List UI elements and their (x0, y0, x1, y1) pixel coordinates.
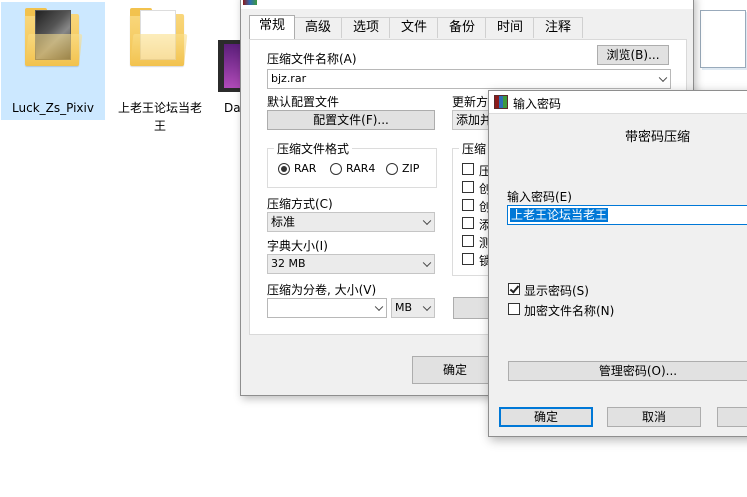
radio-rar4[interactable] (330, 163, 342, 175)
browse-button[interactable]: 浏览(B)... (597, 45, 669, 65)
desktop-icon-label: Da (224, 101, 241, 115)
encrypt-filenames-label: 加密文件名称(N) (524, 304, 615, 318)
option-checkbox-5[interactable] (462, 235, 474, 247)
archive-name-combobox[interactable]: bjz.rar (267, 69, 671, 89)
compression-method-value: 标准 (271, 215, 296, 229)
manage-passwords-button[interactable]: 管理密码(O)... (508, 361, 747, 381)
desktop-icon-label-line1: 上老王论坛当老 (117, 101, 202, 115)
encrypt-filenames-checkbox[interactable] (508, 303, 520, 315)
dialog-title: 输入密码 (513, 97, 562, 111)
tab-comment[interactable]: 注释 (533, 17, 583, 38)
title-bar: 输入密码 (489, 91, 747, 113)
tab-general[interactable]: 常规 (249, 15, 295, 39)
update-mode-label: 更新方 (452, 95, 489, 109)
title-divider (489, 113, 747, 114)
desktop-icon-folder-laowang[interactable]: 上老王论坛当老 王 (108, 2, 212, 136)
option-checkbox-1[interactable] (462, 163, 474, 175)
archive-options-legend: 压缩 (459, 140, 490, 157)
desktop-icon-luck-zs-pixiv[interactable]: Luck_Zs_Pixiv (1, 2, 105, 120)
desktop-icon-video[interactable]: Da (216, 2, 242, 120)
enter-password-dialog: 输入密码 带密码压缩 输入密码(E) 上老王论坛当老王 显示密码(S) 加密文件… (488, 90, 747, 437)
option-checkbox-2[interactable] (462, 181, 474, 193)
tab-backup[interactable]: 备份 (437, 17, 487, 38)
folder-icon (25, 8, 83, 66)
tab-advanced[interactable]: 高级 (293, 17, 343, 38)
archive-name-label: 压缩文件名称(A) (267, 52, 357, 66)
compression-method-select[interactable]: 标准 (267, 212, 435, 232)
show-password-label: 显示密码(S) (524, 284, 589, 298)
chevron-down-icon (422, 216, 432, 226)
option-checkbox-4[interactable] (462, 217, 474, 229)
video-file-icon (218, 40, 242, 92)
archive-format-legend: 压缩文件格式 (274, 140, 353, 157)
radio-rar4-label: RAR4 (346, 162, 376, 175)
password-label: 输入密码(E) (507, 190, 572, 204)
archive-name-value: bjz.rar (271, 72, 307, 85)
radio-zip-label: ZIP (402, 162, 420, 175)
compression-method-label: 压缩方式(C) (267, 197, 333, 211)
document-file-icon[interactable] (700, 10, 746, 68)
set-password-button-partial[interactable] (453, 297, 493, 319)
option-checkbox-3[interactable] (462, 199, 474, 211)
radio-rar-label: RAR (294, 162, 317, 175)
radio-zip[interactable] (386, 163, 398, 175)
chevron-down-icon (658, 73, 668, 83)
update-mode-value: 添加并 (456, 113, 493, 127)
window-title-strip (241, 0, 693, 9)
desktop-icon-label-line2: 王 (153, 119, 166, 133)
folder-icon (130, 8, 188, 66)
archive-ok-button[interactable]: 确定 (412, 356, 498, 384)
tab-files[interactable]: 文件 (389, 17, 439, 38)
split-volumes-label: 压缩为分卷, 大小(V) (267, 283, 377, 297)
password-ok-button[interactable]: 确定 (499, 407, 593, 427)
tab-time[interactable]: 时间 (485, 17, 535, 38)
split-size-combobox[interactable] (267, 298, 387, 318)
desktop-icon-label: Luck_Zs_Pixiv (12, 101, 94, 115)
archive-format-group: 压缩文件格式 RAR RAR4 ZIP (267, 140, 437, 188)
dictionary-size-value: 32 MB (271, 257, 306, 270)
password-input[interactable]: 上老王论坛当老王 (507, 205, 747, 225)
password-help-button-partial[interactable] (717, 407, 747, 427)
dialog-heading: 带密码压缩 (625, 130, 691, 145)
password-input-value: 上老王论坛当老王 (510, 208, 609, 222)
chevron-down-icon (422, 258, 432, 268)
split-unit-value: MB (395, 301, 413, 314)
radio-rar[interactable] (278, 163, 290, 175)
chevron-down-icon (374, 302, 384, 312)
app-icon (243, 0, 257, 5)
profiles-button[interactable]: 配置文件(F)... (267, 110, 435, 130)
dictionary-size-select[interactable]: 32 MB (267, 254, 435, 274)
winrar-app-icon (494, 95, 508, 109)
show-password-checkbox[interactable] (508, 283, 520, 295)
split-unit-select[interactable]: MB (391, 298, 435, 318)
chevron-down-icon (422, 302, 432, 312)
option-checkbox-6[interactable] (462, 253, 474, 265)
default-profile-label: 默认配置文件 (267, 95, 340, 109)
password-cancel-button[interactable]: 取消 (607, 407, 701, 427)
tab-options[interactable]: 选项 (341, 17, 391, 38)
dictionary-size-label: 字典大小(I) (267, 239, 328, 253)
